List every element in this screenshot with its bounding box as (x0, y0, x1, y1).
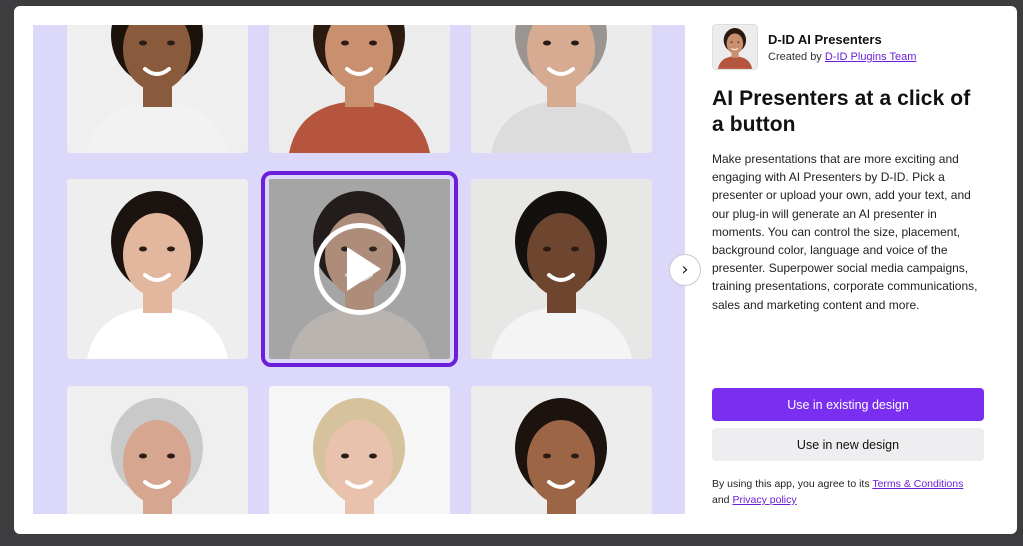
next-arrow-button[interactable]: › (669, 254, 701, 286)
privacy-link[interactable]: Privacy policy (732, 494, 796, 506)
terms-prefix: By using this app, you agree to its (712, 478, 870, 490)
app-info-panel: D-ID AI Presenters Created by D-ID Plugi… (712, 24, 984, 314)
presenter-card[interactable] (269, 25, 450, 153)
presenter-card[interactable] (67, 386, 248, 514)
chevron-right-icon: › (681, 259, 689, 280)
play-icon[interactable] (313, 223, 406, 315)
app-creator: Created by D-ID Plugins Team (768, 51, 916, 63)
app-logo (712, 24, 758, 70)
creator-link[interactable]: D-ID Plugins Team (825, 51, 917, 63)
use-in-existing-design-button[interactable]: Use in existing design (712, 388, 984, 421)
presenter-gallery (33, 25, 685, 514)
app-description: Make presentations that are more excitin… (712, 152, 978, 312)
app-header: D-ID AI Presenters Created by D-ID Plugi… (712, 24, 984, 70)
presenter-woman-blonde-image (269, 386, 450, 514)
presenter-card-selected[interactable] (261, 171, 458, 367)
use-in-new-design-button[interactable]: Use in new design (712, 428, 984, 461)
presenter-woman-curly-image (67, 25, 248, 153)
terms-link[interactable]: Terms & Conditions (872, 478, 963, 490)
presenter-card[interactable] (471, 25, 652, 153)
app-headline: AI Presenters at a click of a button (712, 87, 971, 136)
presenter-card[interactable] (67, 179, 248, 359)
terms-and: and (712, 494, 730, 506)
presenter-person-glasses-image (471, 179, 652, 359)
presenter-man-smile-image (471, 386, 652, 514)
presenter-woman-grey-image (471, 25, 652, 153)
presenter-man-beard-image (269, 25, 450, 153)
presenter-card[interactable] (471, 386, 652, 514)
presenter-card[interactable] (269, 386, 450, 514)
app-logo-image (713, 25, 757, 69)
presenter-man-grey-image (67, 386, 248, 514)
app-name: D-ID AI Presenters (768, 32, 882, 47)
presenter-card[interactable] (67, 25, 248, 153)
app-detail-modal: › D-ID AI Presenters Created by D-ID Plu… (14, 6, 1017, 534)
created-by-label: Created by (768, 51, 822, 63)
presenter-woman-bob-image (67, 179, 248, 359)
play-overlay[interactable] (269, 179, 450, 359)
terms-notice: By using this app, you agree to its Term… (712, 476, 984, 508)
presenter-card[interactable] (471, 179, 652, 359)
